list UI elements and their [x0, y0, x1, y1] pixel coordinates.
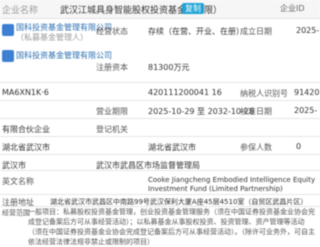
business-term-value: 2025-10-29 至 2032-10-28 — [148, 107, 255, 116]
status-label: 经营状态 — [96, 27, 128, 36]
established-label: 成立日期 — [240, 27, 272, 36]
approval-value: 2025- — [294, 106, 318, 115]
divider — [0, 118, 320, 119]
english-name-value: Cooke Jiangcheng Embodied Intelligence E… — [148, 176, 316, 193]
status-value: 存续（在营、开业、在册） — [148, 27, 244, 36]
scope-text: 一般项目：私募股权投资基金管理，创业投资基金管理服务（须在中国证券投资基金业协会… — [28, 208, 315, 246]
capital-value: 81300万元 — [148, 63, 190, 72]
staff-label: 参保人数 — [240, 143, 272, 152]
business-term-label: 营业期限 — [96, 107, 128, 116]
english-name-label: 英文名称 — [2, 177, 34, 186]
industry-value: 湖北省武汉市 — [148, 143, 196, 152]
scope-label: 经营范围 — [2, 209, 30, 217]
partner-name-2[interactable]: 国科投资基金管理有限公司 — [16, 50, 112, 61]
reg-no-value: 420111200041 16 — [148, 88, 222, 97]
copy-button[interactable]: 复制 — [182, 3, 204, 14]
divider — [0, 170, 320, 171]
header-label: 企业名称 — [2, 6, 39, 16]
partner-sub-1: （私募基金管理人） — [16, 33, 88, 42]
capital-label: 注册资本 — [96, 63, 128, 72]
divider — [0, 100, 320, 101]
approval-label: 核准日期 — [240, 107, 272, 116]
registration-authority-label: 登记机关 — [96, 125, 128, 134]
divider — [0, 136, 320, 137]
partner-logo-2 — [2, 50, 14, 62]
staff-value: 0 — [296, 142, 302, 151]
divider — [0, 82, 320, 83]
page-header: 企业名称 武汉江城具身智能股权投资基金（有限） 复制 企业ID — [0, 0, 320, 19]
divider — [0, 154, 320, 155]
credit-code: MA6XN1K·6 — [2, 88, 49, 97]
org-class: 有限合伙企业 — [2, 125, 50, 134]
company-id-label: 企业ID — [280, 4, 305, 13]
partner-logo-1 — [2, 24, 14, 36]
taxpayer-label: 纳税人识别号 — [240, 89, 288, 98]
established-value: 2025- — [296, 26, 320, 35]
taxpayer-value: 914201 — [294, 88, 320, 97]
divider — [0, 194, 320, 195]
region-value: 湖北省武汉市 — [2, 143, 50, 152]
